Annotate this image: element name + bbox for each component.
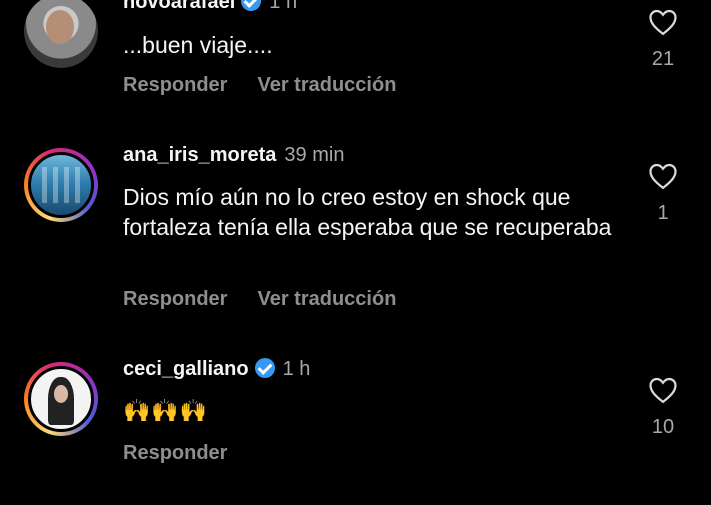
reply-button[interactable]: Responder xyxy=(123,288,227,310)
comment-actions: Responder Ver traducción xyxy=(123,288,426,311)
see-translation-button[interactable]: Ver traducción xyxy=(257,74,396,96)
comment-text: 🙌🙌🙌 xyxy=(123,398,209,423)
username[interactable]: novoarafael xyxy=(123,0,235,13)
username[interactable]: ceci_galliano xyxy=(123,358,249,380)
comment-header: ceci_galliano 1 h xyxy=(123,358,310,381)
avatar-photo xyxy=(28,152,94,218)
comment-header: novoarafael 1 h xyxy=(123,0,297,14)
comment-actions: Responder xyxy=(123,442,257,465)
like-count: 10 xyxy=(651,416,675,438)
comment-text: ...buen viaje.... xyxy=(123,32,273,58)
avatar-photo xyxy=(46,10,74,44)
like-count: 21 xyxy=(651,48,675,70)
see-translation-button[interactable]: Ver traducción xyxy=(257,288,396,310)
reply-button[interactable]: Responder xyxy=(123,74,227,96)
avatar[interactable] xyxy=(24,148,98,222)
timestamp: 1 h xyxy=(269,0,298,13)
comment-header: ana_iris_moreta 39 min xyxy=(123,144,344,167)
avatar-photo xyxy=(28,366,94,432)
heart-outline-icon[interactable] xyxy=(648,162,678,190)
timestamp: 39 min xyxy=(284,144,345,166)
avatar[interactable] xyxy=(24,362,98,436)
verified-badge-icon xyxy=(254,358,275,378)
heart-outline-icon[interactable] xyxy=(648,8,678,36)
comment-text: Dios mío aún no lo creo estoy en shock q… xyxy=(123,184,612,240)
username[interactable]: ana_iris_moreta xyxy=(123,144,276,166)
heart-outline-icon[interactable] xyxy=(648,376,678,404)
reply-button[interactable]: Responder xyxy=(123,442,227,464)
avatar[interactable] xyxy=(24,0,98,68)
verified-badge-icon xyxy=(241,0,262,11)
comment-actions: Responder Ver traducción xyxy=(123,74,426,97)
like-count: 1 xyxy=(657,202,669,224)
timestamp: 1 h xyxy=(282,358,311,380)
